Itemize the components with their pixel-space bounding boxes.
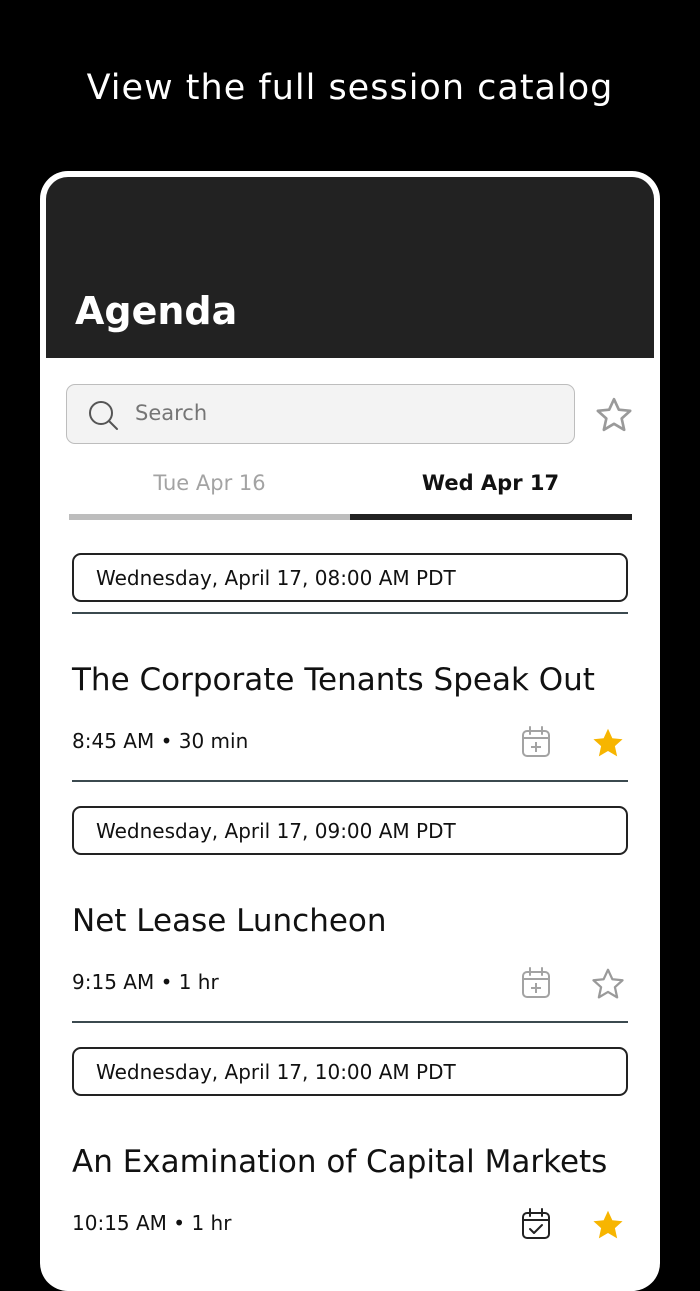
time-slot-label: Wednesday, April 17, 10:00 AM PDT bbox=[96, 1060, 456, 1084]
calendar-add-icon[interactable] bbox=[521, 726, 551, 758]
divider bbox=[72, 612, 628, 614]
time-slot-header: Wednesday, April 17, 09:00 AM PDT bbox=[72, 806, 628, 855]
session-time: 10:15 AM • 1 hr bbox=[72, 1211, 232, 1235]
search-icon bbox=[89, 401, 118, 430]
session-time: 8:45 AM • 30 min bbox=[72, 729, 249, 753]
calendar-check-icon[interactable] bbox=[521, 1208, 551, 1240]
time-slot-label: Wednesday, April 17, 09:00 AM PDT bbox=[96, 819, 456, 843]
session-title[interactable]: An Examination of Capital Markets bbox=[72, 1144, 607, 1180]
promo-title: View the full session catalog bbox=[86, 68, 614, 108]
tab-underline-inactive bbox=[69, 514, 350, 520]
time-slot-header: Wednesday, April 17, 08:00 AM PDT bbox=[72, 553, 628, 602]
tab-underline-active bbox=[350, 514, 632, 520]
phone-frame: Agenda Search Tue Apr 16 Wed Apr 17 Wedn… bbox=[40, 171, 660, 1291]
search-input[interactable]: Search bbox=[66, 384, 575, 444]
calendar-add-icon[interactable] bbox=[521, 967, 551, 999]
time-slot-header: Wednesday, April 17, 10:00 AM PDT bbox=[72, 1047, 628, 1096]
session-title[interactable]: Net Lease Luncheon bbox=[72, 903, 387, 939]
session-title[interactable]: The Corporate Tenants Speak Out bbox=[72, 662, 595, 698]
divider bbox=[72, 1021, 628, 1023]
favorite-star-filled-icon[interactable] bbox=[590, 725, 626, 761]
search-placeholder: Search bbox=[135, 401, 208, 425]
time-slot-label: Wednesday, April 17, 08:00 AM PDT bbox=[96, 566, 456, 590]
tab-wed-apr-17[interactable]: Wed Apr 17 bbox=[350, 471, 631, 495]
page-title: Agenda bbox=[75, 289, 238, 333]
divider bbox=[72, 780, 628, 782]
favorite-star-outline-icon[interactable] bbox=[590, 966, 626, 1002]
favorite-star-filled-icon[interactable] bbox=[590, 1207, 626, 1243]
tab-tue-apr-16[interactable]: Tue Apr 16 bbox=[69, 471, 350, 495]
session-time: 9:15 AM • 1 hr bbox=[72, 970, 219, 994]
app-header: Agenda bbox=[46, 177, 654, 358]
favorites-filter-star-icon[interactable] bbox=[594, 395, 634, 435]
